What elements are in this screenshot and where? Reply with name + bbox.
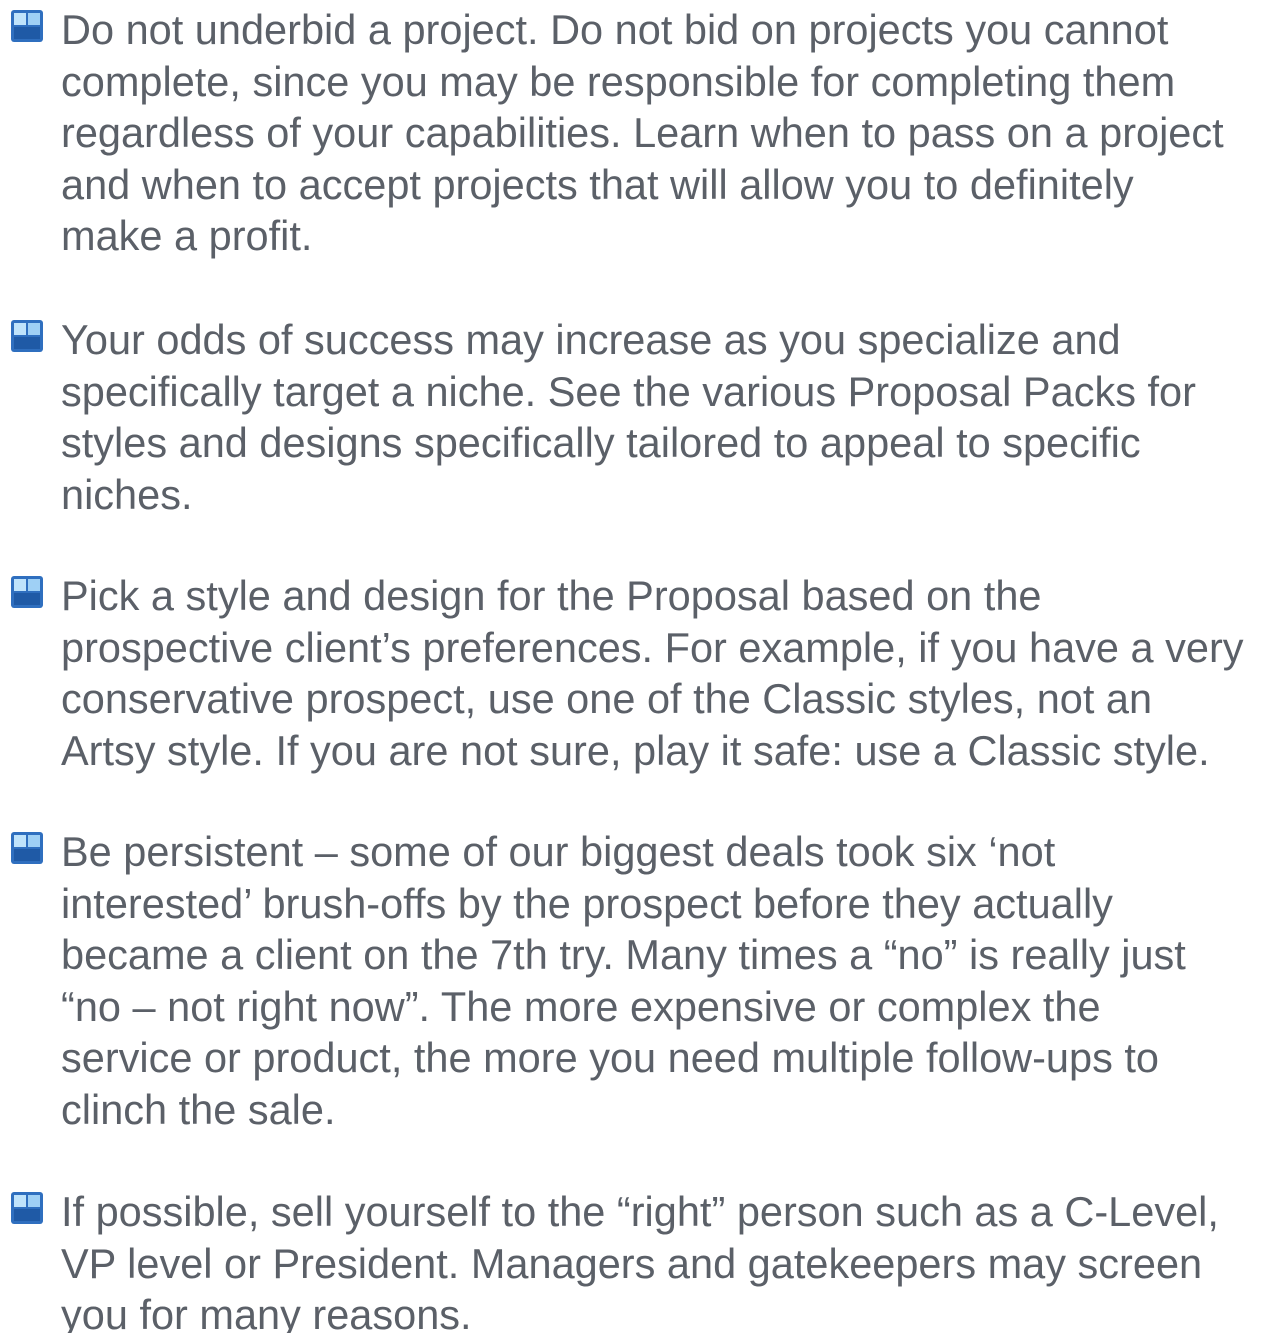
- tips-document: Do not underbid a project. Do not bid on…: [0, 0, 1274, 1333]
- tip-text-line: make a profit.: [61, 212, 313, 259]
- blue-square-bullet-icon: [11, 320, 43, 352]
- tip-text-line: styles and designs specifically tailored…: [61, 419, 1141, 466]
- tip-item: Be persistent – some of our biggest deal…: [11, 826, 1271, 1135]
- blue-square-bullet-icon: [11, 576, 43, 608]
- tip-text-line: became a client on the 7th try. Many tim…: [61, 931, 1186, 978]
- blue-square-bullet-icon: [11, 1192, 43, 1224]
- tip-text-line: Pick a style and design for the Proposal…: [61, 572, 1042, 619]
- tip-item: If possible, sell yourself to the “right…: [11, 1186, 1271, 1333]
- tip-text-line: regardless of your capabilities. Learn w…: [61, 109, 1224, 156]
- tip-item: Your odds of success may increase as you…: [11, 314, 1271, 520]
- tip-text-line: complete, since you may be responsible f…: [61, 57, 1176, 105]
- tip-text-line: Artsy style. If you are not sure, play i…: [61, 726, 1210, 774]
- tip-text-line: you for many reasons.: [61, 1291, 472, 1333]
- tip-text-line: If possible, sell yourself to the “right…: [61, 1188, 1219, 1235]
- tip-text-line: specifically target a niche. See the var…: [61, 367, 1196, 415]
- tip-text-line: and when to accept projects that will al…: [61, 160, 1134, 208]
- tip-text-line: service or product, the more you need mu…: [61, 1034, 1159, 1081]
- tip-text-line: conservative prospect, use one of the Cl…: [61, 675, 1153, 722]
- tip-text-line: niches.: [61, 470, 193, 518]
- tip-text-line: Your odds of success may increase as you…: [61, 316, 1121, 363]
- tip-text-line: VP level or President. Managers and gate…: [61, 1239, 1203, 1287]
- blue-square-bullet-icon: [11, 832, 43, 864]
- tip-text-line: clinch the sale.: [61, 1085, 336, 1133]
- tip-item: Do not underbid a project. Do not bid on…: [11, 4, 1271, 262]
- blue-square-bullet-icon: [11, 10, 43, 42]
- tip-text-line: interested’ brush-offs by the prospect b…: [61, 879, 1113, 927]
- tip-text-line: “no – not right now”. The more expensive…: [61, 982, 1101, 1030]
- tip-text-line: prospective client’s preferences. For ex…: [61, 623, 1244, 671]
- tip-text-line: Be persistent – some of our biggest deal…: [61, 828, 1056, 875]
- tip-text-line: Do not underbid a project. Do not bid on…: [61, 6, 1169, 53]
- tip-item: Pick a style and design for the Proposal…: [11, 570, 1271, 776]
